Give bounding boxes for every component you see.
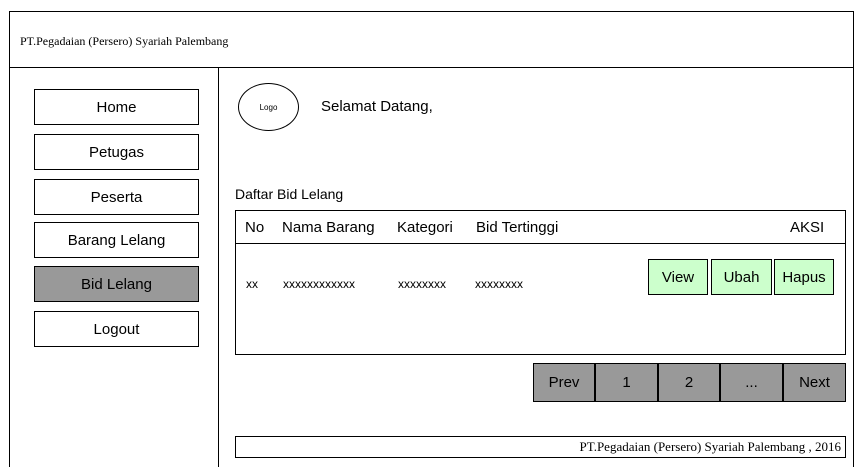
sidebar-item-home[interactable]: Home	[34, 89, 199, 125]
cell-kategori: xxxxxxxx	[398, 277, 446, 291]
delete-button[interactable]: Hapus	[774, 259, 834, 295]
cell-bid-tertinggi: xxxxxxxx	[475, 277, 523, 291]
sidebar-item-barang-lelang[interactable]: Barang Lelang	[34, 222, 199, 258]
page-2-button[interactable]: 2	[658, 363, 720, 402]
list-title: Daftar Bid Lelang	[235, 186, 344, 202]
cell-nama-barang: xxxxxxxxxxxx	[283, 277, 355, 291]
footer: PT.Pegadaian (Persero) Syariah Palembang…	[235, 436, 846, 458]
edit-button[interactable]: Ubah	[711, 259, 772, 295]
more-pages-button[interactable]: ...	[720, 363, 783, 402]
logo: Logo	[238, 83, 299, 131]
prev-page-button[interactable]: Prev	[533, 363, 595, 402]
sidebar-item-logout[interactable]: Logout	[34, 311, 199, 347]
next-page-button[interactable]: Next	[783, 363, 846, 402]
column-header-no: No	[245, 219, 265, 236]
welcome-text: Selamat Datang,	[321, 98, 433, 115]
page-1-button[interactable]: 1	[595, 363, 658, 402]
cell-no: xx	[246, 277, 258, 291]
footer-text: PT.Pegadaian (Persero) Syariah Palembang…	[579, 439, 842, 454]
header-divider	[9, 67, 854, 68]
column-header-nama-barang: Nama Barang	[282, 219, 375, 236]
sidebar-item-bid-lelang[interactable]: Bid Lelang	[34, 266, 199, 302]
sidebar-item-petugas[interactable]: Petugas	[34, 134, 199, 170]
column-header-aksi: AKSI	[790, 219, 825, 236]
column-header-kategori: Kategori	[397, 219, 453, 236]
column-header-bid-tertinggi: Bid Tertinggi	[476, 219, 559, 236]
table-header-divider	[235, 243, 846, 244]
sidebar-item-peserta[interactable]: Peserta	[34, 179, 199, 215]
view-button[interactable]: View	[648, 259, 708, 295]
sidebar-divider	[218, 67, 219, 467]
app-title: PT.Pegadaian (Persero) Syariah Palembang	[20, 34, 229, 48]
